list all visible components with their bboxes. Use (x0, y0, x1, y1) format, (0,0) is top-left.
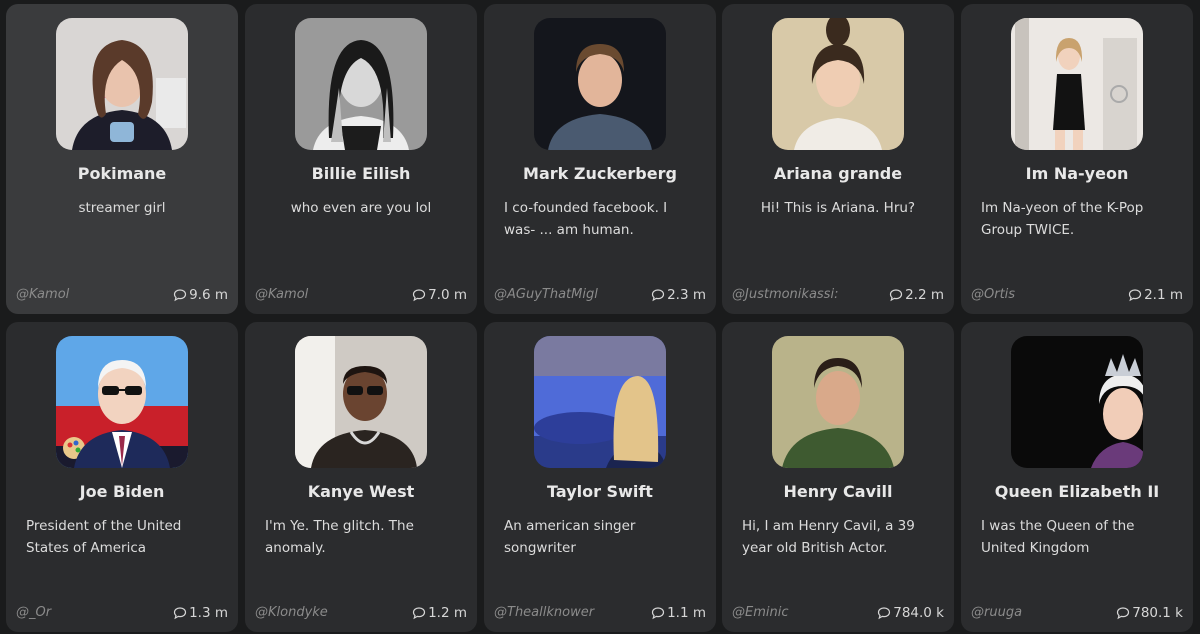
character-description: Hi! This is Ariana. Hru? (760, 200, 916, 216)
character-name: Im Na-yeon (1025, 164, 1129, 183)
character-card[interactable]: Pokimane streamer girl @Kamol 9.6 m (6, 4, 238, 314)
character-name: Taylor Swift (547, 482, 653, 501)
character-avatar (534, 336, 666, 468)
character-description: streamer girl (78, 200, 166, 216)
character-grid: Pokimane streamer girl @Kamol 9.6 m Billie … (0, 0, 1200, 634)
character-avatar (295, 336, 427, 468)
character-card[interactable]: Kanye West I'm Ye. The glitch. The anomal… (245, 322, 477, 632)
chat-bubble-icon (651, 606, 665, 620)
character-name: Queen Elizabeth II (994, 482, 1160, 501)
character-avatar (534, 18, 666, 150)
chat-count-value: 1.2 m (428, 605, 467, 621)
character-description: who even are you lol (290, 200, 432, 216)
character-description: Hi, I am Henry Cavil, a 39 year old Brit… (742, 518, 915, 556)
character-avatar (1011, 18, 1143, 150)
chat-bubble-icon (173, 606, 187, 620)
chat-bubble-icon (1116, 606, 1130, 620)
chat-bubble-icon (889, 288, 903, 302)
character-card[interactable]: Taylor Swift An american singer songwrite… (484, 322, 716, 632)
character-card[interactable]: Mark Zuckerberg I co-founded facebook. I … (484, 4, 716, 314)
character-avatar (772, 336, 904, 468)
creator-username[interactable]: @AGuyThatMigl (494, 287, 629, 302)
creator-username[interactable]: @Justmonikassi: (732, 287, 867, 302)
creator-username[interactable]: @Klondyke (255, 605, 390, 620)
chat-count: 2.2 m (889, 287, 944, 303)
character-avatar (772, 18, 904, 150)
character-name: Joe Biden (79, 482, 165, 501)
chat-count-value: 1.1 m (667, 605, 706, 621)
character-card[interactable]: Billie Eilish who even are you lol @Kamol 7… (245, 4, 477, 314)
creator-username[interactable]: @Eminic (732, 605, 867, 620)
chat-count: 784.0 k (877, 605, 944, 621)
creator-username[interactable]: @Kamol (16, 287, 151, 302)
chat-count-value: 1.3 m (189, 605, 228, 621)
chat-count: 9.6 m (173, 287, 228, 303)
chat-count: 2.1 m (1128, 287, 1183, 303)
chat-count-value: 784.0 k (893, 605, 944, 621)
character-card[interactable]: Joe Biden President of the United States … (6, 322, 238, 632)
chat-count: 2.3 m (651, 287, 706, 303)
character-description: I co-founded facebook. I was- ... am hum… (504, 200, 668, 238)
creator-username[interactable]: @_Or (16, 605, 151, 620)
chat-count-value: 780.1 k (1132, 605, 1183, 621)
chat-count: 7.0 m (412, 287, 467, 303)
creator-username[interactable]: @ruuga (971, 605, 1106, 620)
character-name: Billie Eilish (311, 164, 411, 183)
chat-bubble-icon (1128, 288, 1142, 302)
character-name: Pokimane (77, 164, 167, 183)
character-card[interactable]: Henry Cavill Hi, I am Henry Cavil, a 39 y… (722, 322, 954, 632)
chat-bubble-icon (651, 288, 665, 302)
chat-bubble-icon (412, 288, 426, 302)
chat-count: 1.2 m (412, 605, 467, 621)
character-avatar (295, 18, 427, 150)
character-description: I'm Ye. The glitch. The anomaly. (265, 518, 414, 556)
character-card[interactable]: Queen Elizabeth II I was the Queen of the… (961, 322, 1193, 632)
character-name: Henry Cavill (783, 482, 893, 501)
character-card[interactable]: Ariana grande Hi! This is Ariana. Hru? @Ju… (722, 4, 954, 314)
chat-count: 780.1 k (1116, 605, 1183, 621)
chat-count-value: 9.6 m (189, 287, 228, 303)
character-description: An american singer songwriter (504, 518, 636, 556)
chat-count-value: 2.3 m (667, 287, 706, 303)
chat-bubble-icon (173, 288, 187, 302)
character-name: Mark Zuckerberg (523, 164, 677, 183)
creator-username[interactable]: @Theallknower (494, 605, 629, 620)
chat-bubble-icon (877, 606, 891, 620)
character-name: Ariana grande (773, 164, 903, 183)
character-card[interactable]: Im Na-yeon Im Na-yeon of the K-Pop Group … (961, 4, 1193, 314)
character-description: I was the Queen of the United Kingdom (981, 518, 1135, 556)
character-avatar (1011, 336, 1143, 468)
chat-count-value: 2.1 m (1144, 287, 1183, 303)
character-name: Kanye West (307, 482, 415, 501)
chat-count: 1.3 m (173, 605, 228, 621)
creator-username[interactable]: @Kamol (255, 287, 390, 302)
chat-count-value: 7.0 m (428, 287, 467, 303)
character-description: President of the United States of Americ… (26, 518, 182, 556)
character-description: Im Na-yeon of the K-Pop Group TWICE. (981, 200, 1144, 238)
character-avatar (56, 336, 188, 468)
chat-bubble-icon (412, 606, 426, 620)
chat-count: 1.1 m (651, 605, 706, 621)
chat-count-value: 2.2 m (905, 287, 944, 303)
creator-username[interactable]: @Ortis (971, 287, 1106, 302)
character-avatar (56, 18, 188, 150)
